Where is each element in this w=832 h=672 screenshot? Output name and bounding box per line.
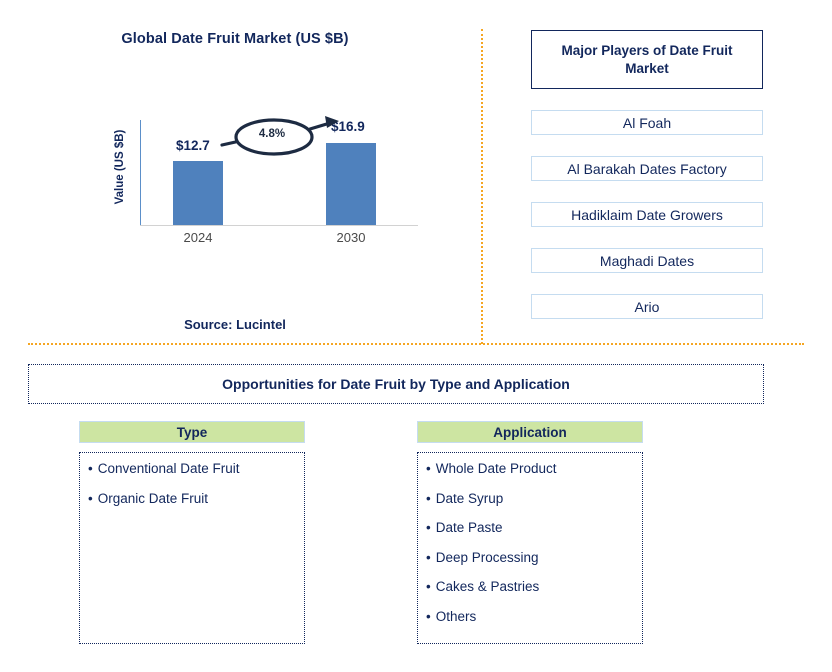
- list-item: • Date Syrup: [426, 490, 636, 522]
- bullet-icon: •: [88, 461, 93, 476]
- player-item-label: Al Barakah Dates Factory: [567, 160, 727, 177]
- chart-title: Global Date Fruit Market (US $B): [121, 31, 349, 47]
- x-axis-line: [140, 225, 418, 226]
- x-tick-2030: 2030: [336, 230, 366, 245]
- player-item-3[interactable]: Hadiklaim Date Growers: [531, 202, 763, 227]
- bullet-icon: •: [426, 549, 431, 565]
- list-item: • Cakes & Pastries: [426, 580, 636, 610]
- bullet-icon: •: [88, 490, 93, 506]
- player-item-label: Al Foah: [622, 114, 672, 131]
- list-item: • Organic Date Fruit: [88, 490, 298, 522]
- chart-plot-area: Value (US $B) $12.7 $16.9 2024 2030 4.8%: [114, 108, 418, 245]
- player-item-2[interactable]: Al Barakah Dates Factory: [531, 156, 763, 181]
- segment-header-application: Application: [417, 421, 643, 443]
- market-chart-panel: Global Date Fruit Market (US $B) Value (…: [0, 0, 480, 345]
- list-item: • Deep Processing: [426, 549, 636, 581]
- horizontal-divider: [28, 343, 804, 345]
- list-item-label: Cakes & Pastries: [435, 579, 540, 594]
- player-item-label: Ario: [634, 298, 660, 315]
- bullet-icon: •: [426, 608, 431, 624]
- list-item: • Conventional Date Fruit: [88, 462, 298, 492]
- segment-list-application: • Whole Date Product • Date Syrup • Date Pa…: [417, 452, 643, 644]
- player-item-4[interactable]: Maghadi Dates: [531, 248, 763, 273]
- major-players-header: Major Players of Date Fruit Market: [531, 30, 763, 89]
- opportunities-banner-label: Opportunities for Date Fruit by Type and…: [222, 376, 570, 392]
- cagr-value: 4.8%: [258, 128, 286, 140]
- list-item: • Others: [426, 608, 636, 640]
- player-item-1[interactable]: Al Foah: [531, 110, 763, 135]
- segment-header-type: Type: [79, 421, 305, 443]
- list-item-label: Conventional Date Fruit: [97, 461, 240, 476]
- opportunities-banner: Opportunities for Date Fruit by Type and…: [28, 364, 764, 404]
- y-axis-line: [140, 120, 141, 225]
- player-item-5[interactable]: Ario: [531, 294, 763, 319]
- list-item-label: Deep Processing: [435, 549, 539, 565]
- bullet-icon: •: [426, 520, 431, 535]
- list-item-label: Organic Date Fruit: [97, 490, 209, 506]
- player-item-label: Maghadi Dates: [599, 252, 695, 269]
- bullet-icon: •: [426, 461, 431, 476]
- bullet-icon: •: [426, 579, 431, 594]
- list-item-label: Whole Date Product: [435, 461, 557, 476]
- list-item-label: Date Syrup: [435, 490, 504, 506]
- bar-value-2024: $12.7: [176, 138, 210, 153]
- x-tick-2024: 2024: [183, 230, 213, 245]
- list-item: • Whole Date Product: [426, 462, 636, 492]
- major-players-panel: Major Players of Date Fruit Market Al Fo…: [531, 30, 763, 319]
- list-item: • Date Paste: [426, 521, 636, 551]
- player-item-label: Hadiklaim Date Growers: [571, 206, 723, 223]
- list-item-label: Date Paste: [435, 520, 503, 535]
- segment-column-application: Application • Whole Date Product • Date Sy…: [417, 421, 643, 644]
- segment-column-type: Type • Conventional Date Fruit • Organic D…: [79, 421, 305, 644]
- bar-2024: [173, 161, 223, 225]
- bullet-icon: •: [426, 490, 431, 506]
- list-item-label: Others: [435, 608, 477, 624]
- segment-list-type: • Conventional Date Fruit • Organic Date F…: [79, 452, 305, 644]
- source-label: Source: Lucintel: [184, 317, 286, 332]
- vertical-divider: [481, 29, 483, 344]
- y-axis-label: Value (US $B): [114, 129, 126, 205]
